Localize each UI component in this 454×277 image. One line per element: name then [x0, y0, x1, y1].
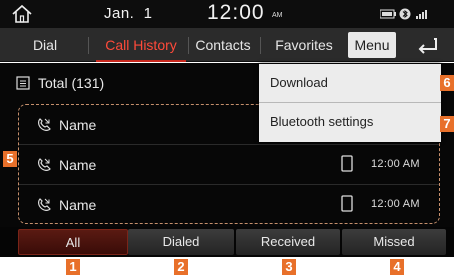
back-button[interactable]: [412, 33, 442, 57]
call-list-item[interactable]: Name 12:00 AM: [19, 185, 439, 225]
filter-missed-button[interactable]: Missed: [342, 229, 446, 255]
filter-dialed-button[interactable]: Dialed: [128, 229, 234, 255]
menu-dropdown: Download Bluetooth settings: [259, 64, 441, 142]
home-button[interactable]: [10, 3, 34, 25]
callout-badge-6: 6: [440, 75, 454, 91]
signal-strength-icon: [416, 10, 427, 19]
head-unit-screen: Jan. 1 12:00 AM Dial Call History Contac…: [0, 0, 454, 277]
menu-item-bluetooth-settings[interactable]: Bluetooth settings: [259, 103, 441, 141]
contact-name: Name: [59, 197, 97, 213]
status-ampm: AM: [272, 12, 283, 19]
tab-contacts[interactable]: Contacts: [190, 28, 256, 62]
tab-divider: [88, 37, 89, 54]
filter-bar: All Dialed Received Missed: [0, 227, 454, 257]
list-icon: [16, 76, 30, 90]
tab-favorites[interactable]: Favorites: [268, 28, 340, 62]
callout-badge-7: 7: [440, 116, 454, 132]
contact-name: Name: [59, 157, 97, 173]
call-list-item[interactable]: Name 12:00 AM: [19, 145, 439, 185]
menu-button[interactable]: Menu: [348, 32, 396, 58]
home-icon: [12, 4, 32, 23]
tab-divider: [188, 37, 189, 54]
back-arrow-icon: [418, 38, 437, 54]
call-time: 12:00 AM: [371, 198, 420, 210]
callout-badge-1: 1: [66, 259, 80, 275]
call-received-icon: [38, 198, 51, 211]
filter-all-button[interactable]: All: [18, 229, 128, 255]
callout-badge-5: 5: [3, 151, 17, 167]
status-bar: Jan. 1 12:00 AM: [0, 0, 454, 28]
status-clock: 12:00: [207, 1, 265, 24]
contact-name: Name: [59, 117, 97, 133]
tab-call-history[interactable]: Call History: [96, 28, 186, 62]
filter-received-button[interactable]: Received: [236, 229, 340, 255]
mobile-phone-icon: [341, 155, 353, 172]
callout-badge-2: 2: [174, 259, 188, 275]
menu-item-download[interactable]: Download: [259, 64, 441, 102]
callout-badge-3: 3: [282, 259, 296, 275]
status-icons: [380, 8, 427, 20]
battery-icon: [380, 9, 396, 19]
bluetooth-icon: [399, 8, 411, 20]
status-date: Jan. 1: [104, 5, 153, 22]
call-received-icon: [38, 118, 51, 131]
mobile-phone-icon: [341, 195, 353, 212]
tab-divider: [260, 37, 261, 54]
phone-tab-bar: Dial Call History Contacts Favorites Men…: [0, 28, 454, 62]
tab-dial[interactable]: Dial: [20, 28, 70, 62]
call-time: 12:00 AM: [371, 158, 420, 170]
call-received-icon: [38, 158, 51, 171]
callout-badge-4: 4: [390, 259, 404, 275]
total-count: Total (131): [38, 75, 105, 91]
